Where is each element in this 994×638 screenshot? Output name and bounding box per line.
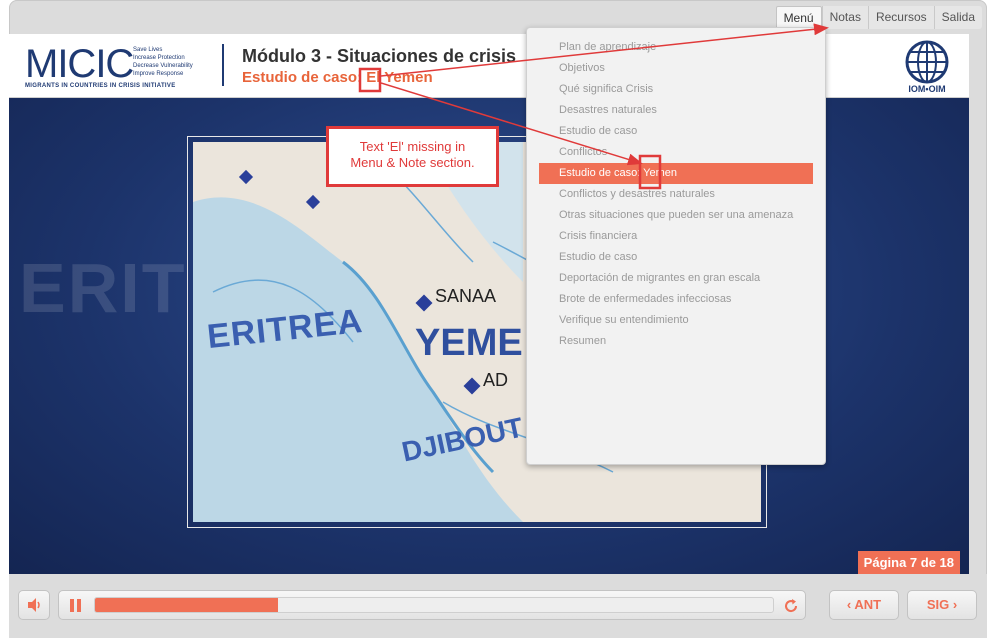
- progress-bar[interactable]: [94, 597, 774, 613]
- menu-item[interactable]: Qué significa Crisis: [527, 79, 825, 100]
- chevron-right-icon: ›: [952, 597, 958, 612]
- page-indicator: Página 7 de 18: [857, 551, 960, 574]
- player-controls: ‹ ANT SIG ›: [9, 574, 987, 638]
- micic-tagline: Decrease Vulnerability: [133, 63, 193, 69]
- annotation-callout: Text 'El' missing in Menu & Note section…: [326, 126, 499, 187]
- micic-logo: MICIC Save Lives Increase Protection Dec…: [25, 42, 195, 92]
- chevron-left-icon: ‹: [846, 597, 852, 612]
- iom-logo: IOM•OIM: [897, 38, 957, 96]
- menu-item[interactable]: Estudio de caso: [527, 247, 825, 268]
- previous-button-label: ‹ ANT: [830, 591, 898, 619]
- menu-item[interactable]: Objetivos: [527, 58, 825, 79]
- micic-subtitle: MIGRANTS IN COUNTRIES IN CRISIS INITIATI…: [25, 83, 176, 89]
- previous-label-text: ANT: [854, 597, 882, 612]
- nav-exit-button[interactable]: Salida: [933, 6, 982, 29]
- next-button[interactable]: SIG ›: [907, 590, 977, 620]
- menu-item[interactable]: Otras situaciones que pueden ser una ame…: [527, 205, 825, 226]
- menu-item[interactable]: Desastres naturales: [527, 100, 825, 121]
- previous-button[interactable]: ‹ ANT: [829, 590, 899, 620]
- menu-item[interactable]: Verifique su entendimiento: [527, 310, 825, 331]
- nav-resources-button[interactable]: Recursos: [867, 6, 934, 29]
- menu-dropdown: Plan de aprendizaje Objetivos Qué signific…: [526, 27, 826, 465]
- menu-item[interactable]: Plan de aprendizaje: [527, 37, 825, 58]
- menu-item[interactable]: Crisis financiera: [527, 226, 825, 247]
- micic-tagline: Save Lives: [133, 47, 163, 53]
- menu-item[interactable]: Resumen: [527, 331, 825, 352]
- module-title: Módulo 3 - Situaciones de crisis: [242, 46, 517, 66]
- menu-item[interactable]: Brote de enfermedades infecciosas: [527, 289, 825, 310]
- nav-notes-button[interactable]: Notas: [821, 6, 868, 29]
- case-study-title: Estudio de caso: El Yemen: [242, 69, 433, 86]
- background-map-label: ERIT: [19, 249, 187, 327]
- micic-logo-word: MICIC: [25, 42, 134, 86]
- menu-item[interactable]: Estudio de caso: [527, 121, 825, 142]
- annotation-text-line2: Menu & Note section.: [350, 155, 475, 170]
- volume-button[interactable]: [18, 590, 50, 620]
- nav-menu-button[interactable]: Menú: [775, 6, 822, 29]
- menu-item[interactable]: Deportación de migrantes en gran escala: [527, 268, 825, 289]
- top-navigation: Menú Notas Recursos Salida: [775, 6, 982, 29]
- next-button-label: SIG ›: [908, 591, 976, 619]
- iom-globe-icon: [905, 40, 949, 84]
- annotation-text-line1: Text 'El' missing in: [359, 139, 466, 154]
- header-divider: [222, 44, 224, 86]
- pause-icon[interactable]: [70, 599, 82, 612]
- iom-logo-text: IOM•OIM: [908, 84, 946, 94]
- next-label-text: SIG: [926, 597, 950, 612]
- speaker-icon: [28, 598, 40, 612]
- menu-item[interactable]: Estudio de caso: Yemen: [539, 163, 813, 184]
- map-label-yemen: YEME: [415, 322, 523, 364]
- replay-icon[interactable]: [782, 597, 800, 615]
- menu-item[interactable]: Conflictos: [527, 142, 825, 163]
- menu-item[interactable]: Conflictos y desastres naturales: [527, 184, 825, 205]
- map-label-sanaa: SANAA: [435, 286, 497, 306]
- micic-tagline: Improve Response: [133, 71, 184, 77]
- seekbar-container: [58, 590, 806, 620]
- map-label-aden: AD: [483, 370, 509, 390]
- micic-tagline: Increase Protection: [133, 55, 185, 61]
- micic-taglines: Save Lives Increase Protection Decrease …: [133, 46, 193, 78]
- progress-bar-fill: [95, 598, 279, 612]
